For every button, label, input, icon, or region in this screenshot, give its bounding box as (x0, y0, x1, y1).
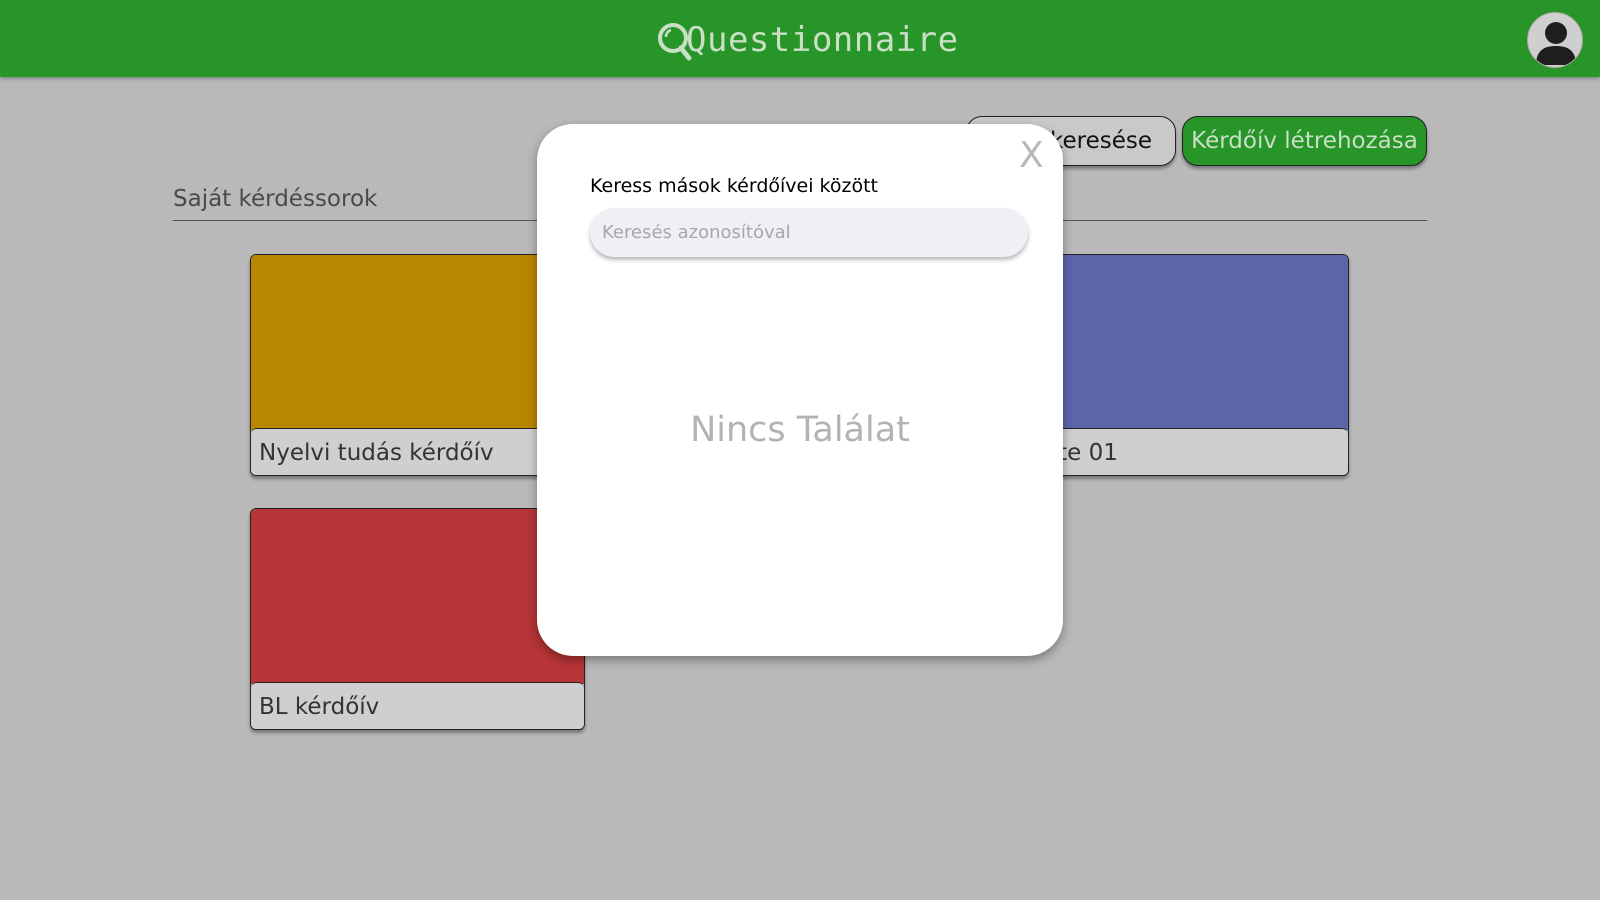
user-avatar-icon (1536, 22, 1576, 65)
questionnaire-card[interactable]: plate 01 (1014, 254, 1349, 476)
no-results-text: Nincs Találat (690, 410, 910, 450)
card-color-block (251, 255, 584, 430)
card-label: plate 01 (1015, 428, 1348, 475)
search-modal: X Keress mások kérdőívei között Nincs Ta… (537, 124, 1063, 656)
create-questionnaire-button[interactable]: Kérdőív létrehozása (1182, 116, 1427, 166)
section-title: Saját kérdéssorok (173, 186, 378, 212)
user-avatar-button[interactable] (1527, 12, 1583, 68)
app-logo[interactable]: Questionnaire (656, 18, 959, 62)
questionnaire-card[interactable]: BL kérdőív (250, 508, 585, 730)
questionnaire-card[interactable]: Nyelvi tudás kérdőív (250, 254, 585, 476)
card-color-block (1015, 255, 1348, 430)
card-color-block (251, 509, 584, 684)
search-input[interactable] (590, 208, 1028, 257)
modal-heading: Keress mások kérdőívei között (590, 175, 878, 197)
close-button[interactable]: X (1019, 136, 1044, 176)
card-label: Nyelvi tudás kérdőív (251, 428, 584, 475)
card-label: BL kérdőív (251, 682, 584, 729)
top-bar: Questionnaire (0, 0, 1600, 77)
app-title: Questionnaire (686, 20, 959, 60)
